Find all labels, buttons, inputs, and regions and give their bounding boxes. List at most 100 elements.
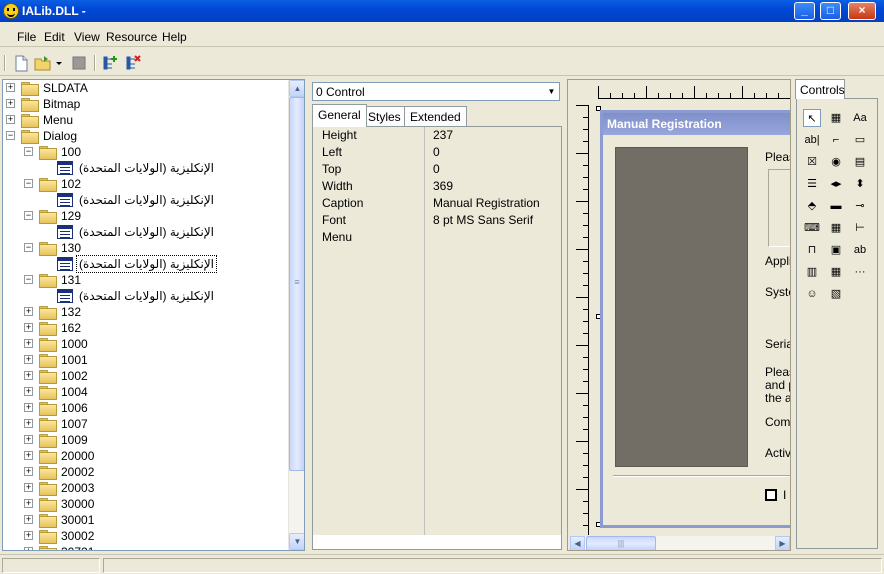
expand-icon[interactable]: + [24, 419, 33, 428]
property-value[interactable] [425, 280, 561, 297]
property-row[interactable] [313, 501, 561, 518]
expand-icon[interactable]: + [24, 403, 33, 412]
property-row[interactable] [313, 331, 561, 348]
property-value[interactable] [425, 263, 561, 280]
property-row[interactable] [313, 399, 561, 416]
expand-icon[interactable]: + [24, 307, 33, 316]
scroll-down-button[interactable]: ▼ [289, 533, 304, 550]
tab-control-icon[interactable]: ⊓ [803, 241, 821, 259]
property-row[interactable] [313, 518, 561, 535]
expand-icon[interactable]: + [6, 99, 15, 108]
expand-icon[interactable]: + [24, 339, 33, 348]
tree-item[interactable]: +132 [3, 304, 286, 320]
tree-item[interactable]: − 131 [3, 272, 286, 288]
property-row[interactable] [313, 382, 561, 399]
tree-item[interactable]: +30001 [3, 512, 286, 528]
menu-view[interactable]: View [74, 30, 100, 44]
date-picker-icon[interactable]: ▥ [803, 263, 821, 281]
property-row[interactable] [313, 416, 561, 433]
tree-item[interactable]: +1002 [3, 368, 286, 384]
tree-item-label[interactable]: الإنكليزية (الولايات المتحدة) [77, 160, 216, 176]
collapse-icon[interactable]: − [24, 275, 33, 284]
tree-item-dialog[interactable]: الإنكليزية (الولايات المتحدة) [3, 288, 286, 304]
property-row[interactable] [313, 433, 561, 450]
tab-general[interactable]: General [312, 104, 367, 127]
tree-view-icon[interactable]: ⊢ [851, 219, 869, 237]
combo-box-icon[interactable]: ▤ [851, 153, 869, 171]
expand-icon[interactable]: + [24, 531, 33, 540]
collapse-icon[interactable]: − [24, 211, 33, 220]
smiley-app-icon[interactable] [3, 3, 19, 19]
dialog-static-text[interactable]: Pleas [765, 151, 790, 164]
grid-icon[interactable]: ▦ [827, 263, 845, 281]
dialog-static-text[interactable]: Comp [765, 416, 790, 429]
property-row[interactable] [313, 484, 561, 501]
tree-item-label[interactable]: 1007 [59, 416, 90, 432]
slider-icon[interactable]: ⊸ [851, 197, 869, 215]
tree-item-label[interactable]: 1001 [59, 352, 90, 368]
property-value[interactable] [425, 229, 561, 246]
dialog-static-text[interactable]: the a [765, 392, 790, 405]
dialog-picture-control[interactable] [615, 147, 748, 467]
animation-icon[interactable]: ▣ [827, 241, 845, 259]
tab-controls[interactable]: Controls [795, 79, 845, 99]
expand-icon[interactable]: + [24, 371, 33, 380]
collapse-icon[interactable]: − [24, 147, 33, 156]
tree-item[interactable]: − 130 [3, 240, 286, 256]
tree-item[interactable]: +1001 [3, 352, 286, 368]
tree-item[interactable]: +20003 [3, 480, 286, 496]
tree-item-label[interactable]: 30000 [59, 496, 96, 512]
scroll-thumb[interactable]: ||| [586, 536, 656, 550]
tree-item[interactable]: +1004 [3, 384, 286, 400]
horizontal-scroll-icon[interactable]: ◂▸ [827, 175, 845, 193]
tree-item-dialog[interactable]: الإنكليزية (الولايات المتحدة) [3, 224, 286, 240]
open-file-icon[interactable] [34, 54, 52, 72]
expand-icon[interactable]: + [24, 355, 33, 364]
property-value[interactable] [425, 297, 561, 314]
tree-item[interactable]: − 129 [3, 208, 286, 224]
tree-item-label[interactable]: 102 [59, 176, 83, 192]
tree-item-label[interactable]: Dialog [41, 128, 79, 144]
property-value[interactable] [425, 416, 561, 433]
scroll-up-button[interactable]: ▲ [289, 80, 304, 97]
expand-icon[interactable]: + [24, 451, 33, 460]
expand-icon[interactable]: + [6, 83, 15, 92]
expand-icon[interactable]: + [24, 467, 33, 476]
chevron-down-icon[interactable]: ▼ [544, 83, 559, 100]
tree-vertical-scrollbar[interactable]: ▲ ≡ ▼ [288, 80, 304, 550]
tree-item-label[interactable]: 1006 [59, 400, 90, 416]
property-value[interactable] [425, 433, 561, 450]
property-value[interactable] [425, 399, 561, 416]
tree-item[interactable]: +30002 [3, 528, 286, 544]
expand-icon[interactable]: + [24, 547, 33, 550]
property-row[interactable]: Font 8 pt MS Sans Serif [313, 212, 561, 229]
list-view-icon[interactable]: ▦ [827, 219, 845, 237]
property-row[interactable] [313, 314, 561, 331]
tree-item[interactable]: +1000 [3, 336, 286, 352]
property-row[interactable] [313, 263, 561, 280]
property-value[interactable] [425, 331, 561, 348]
property-value[interactable]: 369 [425, 178, 561, 195]
property-row[interactable]: Width 369 [313, 178, 561, 195]
tree-item-label[interactable]: 20000 [59, 448, 96, 464]
tree-item[interactable]: +1009 [3, 432, 286, 448]
dropdown-arrow-icon[interactable] [55, 54, 64, 72]
property-row[interactable]: Menu [313, 229, 561, 246]
scroll-left-button[interactable]: ◀ [570, 536, 585, 550]
expand-icon[interactable]: + [24, 323, 33, 332]
dialog-static-text[interactable]: Appli [765, 255, 790, 268]
tab-extended[interactable]: Extended [404, 106, 467, 126]
expand-icon[interactable]: + [24, 483, 33, 492]
new-file-icon[interactable] [12, 54, 30, 72]
property-value[interactable]: 8 pt MS Sans Serif [425, 212, 561, 229]
collapse-icon[interactable]: − [24, 243, 33, 252]
tree-item[interactable]: − 102 [3, 176, 286, 192]
tree-item[interactable]: +162 [3, 320, 286, 336]
designer-horizontal-scrollbar[interactable]: ◀ ||| ▶ [570, 536, 790, 550]
property-value[interactable] [425, 348, 561, 365]
tree-item-label[interactable]: 130 [59, 240, 83, 256]
collapse-icon[interactable]: − [24, 179, 33, 188]
list-box-icon[interactable]: ☰ [803, 175, 821, 193]
tree-item-label[interactable]: 20002 [59, 464, 96, 480]
property-row[interactable] [313, 280, 561, 297]
